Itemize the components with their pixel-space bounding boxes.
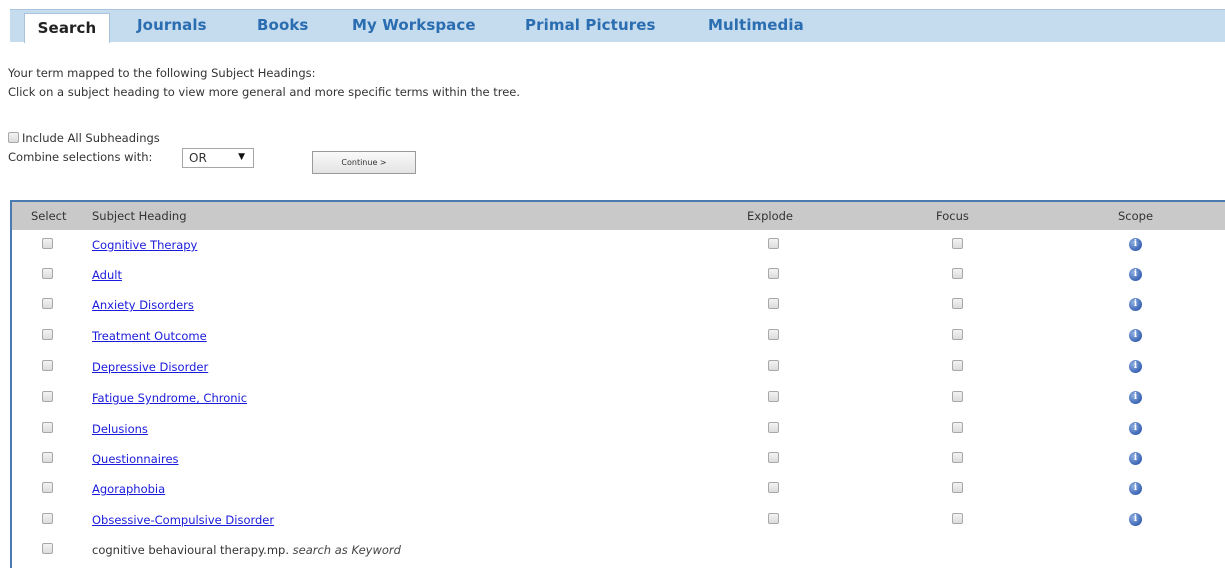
combine-operator-value: OR xyxy=(189,151,207,165)
subject-heading-link[interactable]: Agoraphobia xyxy=(92,482,165,496)
info-icon[interactable]: i xyxy=(1129,238,1142,251)
focus-checkbox[interactable] xyxy=(952,268,963,279)
info-icon[interactable]: i xyxy=(1129,452,1142,465)
select-checkbox[interactable] xyxy=(42,452,53,463)
tab-books[interactable]: Books xyxy=(257,16,308,34)
subject-headings-table: Select Subject Heading Explode Focus Sco… xyxy=(10,200,1225,568)
select-checkbox[interactable] xyxy=(42,360,53,371)
table-row: Questionnaires i xyxy=(12,452,1225,482)
focus-checkbox[interactable] xyxy=(952,329,963,340)
select-checkbox[interactable] xyxy=(42,513,53,524)
select-checkbox[interactable] xyxy=(42,543,53,554)
table-header: Select Subject Heading Explode Focus Sco… xyxy=(12,202,1225,230)
focus-checkbox[interactable] xyxy=(952,238,963,249)
explode-checkbox[interactable] xyxy=(768,452,779,463)
table-row: Fatigue Syndrome, Chronic i xyxy=(12,391,1225,421)
tab-primal-pictures[interactable]: Primal Pictures xyxy=(525,16,656,34)
focus-checkbox[interactable] xyxy=(952,391,963,402)
focus-checkbox[interactable] xyxy=(952,360,963,371)
header-scope: Scope xyxy=(1118,209,1154,223)
select-checkbox[interactable] xyxy=(42,422,53,433)
select-checkbox[interactable] xyxy=(42,298,53,309)
info-icon[interactable]: i xyxy=(1129,298,1142,311)
main-tab-bar: Search Journals Books My Workspace Prima… xyxy=(10,9,1225,43)
select-checkbox[interactable] xyxy=(42,329,53,340)
subject-heading-link[interactable]: Delusions xyxy=(92,422,148,436)
tab-multimedia[interactable]: Multimedia xyxy=(708,16,804,34)
tab-journals[interactable]: Journals xyxy=(137,16,207,34)
header-explode: Explode xyxy=(747,209,793,223)
header-focus: Focus xyxy=(936,209,969,223)
explode-checkbox[interactable] xyxy=(768,360,779,371)
table-row: Treatment Outcome i xyxy=(12,329,1225,359)
subject-heading-link[interactable]: Cognitive Therapy xyxy=(92,238,197,252)
info-icon[interactable]: i xyxy=(1129,513,1142,526)
keyword-row: cognitive behavioural therapy.mp. search… xyxy=(12,543,1225,573)
dropdown-arrow-icon: ▼ xyxy=(238,152,245,162)
focus-checkbox[interactable] xyxy=(952,422,963,433)
mapping-instructions: Click on a subject heading to view more … xyxy=(8,85,521,99)
focus-checkbox[interactable] xyxy=(952,513,963,524)
info-icon[interactable]: i xyxy=(1129,360,1142,373)
combine-label: Combine selections with: xyxy=(8,150,153,164)
explode-checkbox[interactable] xyxy=(768,329,779,340)
subject-heading-link[interactable]: Treatment Outcome xyxy=(92,329,207,343)
header-select: Select xyxy=(31,209,67,223)
include-subheadings-label: Include All Subheadings xyxy=(22,131,160,145)
keyword-term: cognitive behavioural therapy.mp. search… xyxy=(92,543,401,557)
subject-heading-link[interactable]: Fatigue Syndrome, Chronic xyxy=(92,391,247,405)
info-icon[interactable]: i xyxy=(1129,268,1142,281)
explode-checkbox[interactable] xyxy=(768,482,779,493)
table-row: Delusions i xyxy=(12,422,1225,452)
select-checkbox[interactable] xyxy=(42,391,53,402)
subject-heading-link[interactable]: Obsessive-Compulsive Disorder xyxy=(92,513,274,527)
subject-heading-link[interactable]: Questionnaires xyxy=(92,452,179,466)
table-row: Cognitive Therapy i xyxy=(12,238,1225,268)
explode-checkbox[interactable] xyxy=(768,268,779,279)
explode-checkbox[interactable] xyxy=(768,298,779,309)
tab-search[interactable]: Search xyxy=(24,13,110,43)
table-row: Anxiety Disorders i xyxy=(12,298,1225,328)
info-icon[interactable]: i xyxy=(1129,391,1142,404)
subject-heading-link[interactable]: Depressive Disorder xyxy=(92,360,208,374)
continue-button[interactable]: Continue > xyxy=(312,151,416,174)
include-subheadings-option[interactable]: Include All Subheadings xyxy=(8,131,160,145)
subject-heading-link[interactable]: Anxiety Disorders xyxy=(92,298,194,312)
focus-checkbox[interactable] xyxy=(952,452,963,463)
table-row: Depressive Disorder i xyxy=(12,360,1225,390)
select-checkbox[interactable] xyxy=(42,238,53,249)
select-checkbox[interactable] xyxy=(42,268,53,279)
table-row: Adult i xyxy=(12,268,1225,298)
tab-my-workspace[interactable]: My Workspace xyxy=(352,16,476,34)
table-row: Obsessive-Compulsive Disorder i xyxy=(12,513,1225,543)
combine-operator-select[interactable]: OR ▼ xyxy=(182,148,254,168)
table-row: Agoraphobia i xyxy=(12,482,1225,512)
include-subheadings-checkbox[interactable] xyxy=(8,132,19,143)
keyword-search-note: search as Keyword xyxy=(292,543,401,557)
keyword-term-text: cognitive behavioural therapy.mp. xyxy=(92,543,289,557)
info-icon[interactable]: i xyxy=(1129,422,1142,435)
info-icon[interactable]: i xyxy=(1129,329,1142,342)
focus-checkbox[interactable] xyxy=(952,482,963,493)
header-subject-heading: Subject Heading xyxy=(92,209,187,223)
info-icon[interactable]: i xyxy=(1129,482,1142,495)
mapping-intro: Your term mapped to the following Subjec… xyxy=(8,66,316,80)
explode-checkbox[interactable] xyxy=(768,422,779,433)
select-checkbox[interactable] xyxy=(42,482,53,493)
subject-heading-link[interactable]: Adult xyxy=(92,268,122,282)
explode-checkbox[interactable] xyxy=(768,513,779,524)
focus-checkbox[interactable] xyxy=(952,298,963,309)
explode-checkbox[interactable] xyxy=(768,238,779,249)
explode-checkbox[interactable] xyxy=(768,391,779,402)
